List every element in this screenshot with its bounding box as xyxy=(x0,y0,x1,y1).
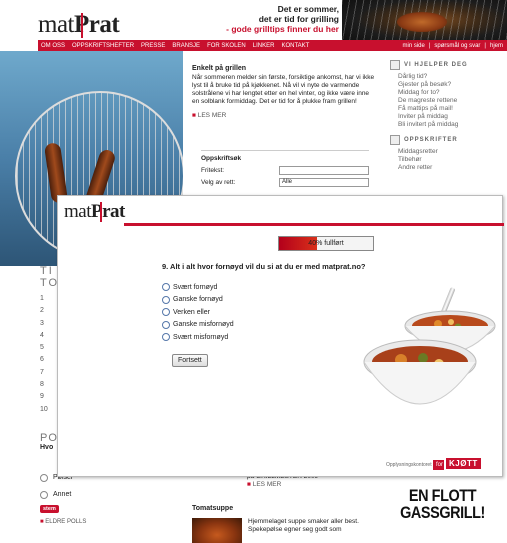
main-nav: OM OSS OPPSKRIFTSHEFTER PRESSE BRANSJE FOR S… xyxy=(38,40,507,51)
continue-button[interactable]: Fortsett xyxy=(172,354,208,367)
free-text-label: Fritekst: xyxy=(201,167,225,174)
nav-item-for-skolen[interactable]: FOR SKOLEN xyxy=(207,43,246,49)
survey-question: 9. Alt i alt hvor fornøyd vil du si at d… xyxy=(162,262,366,271)
answer-option-svært-misfornøyd[interactable]: Svært misfornøyd xyxy=(162,331,234,344)
help-section-title: VI HJELPER DEG xyxy=(390,60,507,70)
free-text-input[interactable] xyxy=(279,166,369,175)
survey-popup: matPrat 40% fullført 9. Alt i alt hvor f… xyxy=(57,195,504,477)
sidebar-link-bli-invitert-på-middag[interactable]: Bli invitert på middag xyxy=(390,121,507,129)
nav-item-bransje[interactable]: BRANSJE xyxy=(172,43,200,49)
sidebar-link-andre-retter[interactable]: Andre retter xyxy=(390,164,507,172)
article-title[interactable]: Enkelt på grillen xyxy=(192,65,377,73)
poll-vote-button[interactable]: stem xyxy=(40,505,59,513)
answer-option-svært-fornøyd[interactable]: Svært fornøyd xyxy=(162,281,234,294)
site-logo[interactable]: matPrat xyxy=(38,11,120,39)
answer-label: Ganske fornøyd xyxy=(173,296,223,304)
survey-logo-mat: mat xyxy=(64,201,92,222)
logo-mat-text: mat xyxy=(38,11,75,38)
nav-items: OM OSS OPPSKRIFTSHEFTER PRESSE BRANSJE FOR S… xyxy=(38,43,309,49)
nav-item-linker[interactable]: LINKER xyxy=(253,43,275,49)
answer-label: Ganske misfornøyd xyxy=(173,321,234,329)
gassgrill-ad[interactable]: EN FLOTT GASSGRILL! xyxy=(400,487,485,521)
logo-bar xyxy=(81,13,83,38)
survey-logo: matPrat xyxy=(64,201,125,223)
dish-select-label: Velg av rett: xyxy=(201,179,236,186)
article-body: Når sommeren melder sin første, forsikti… xyxy=(192,74,375,105)
footer-org-text: Opplysningskontoret xyxy=(386,462,432,468)
answer-label: Verken eller xyxy=(173,308,210,316)
recipe-links: Middagsretter Tilbehør Andre retter xyxy=(390,148,507,172)
tomatsuppe-thumbnail[interactable] xyxy=(192,518,242,543)
sidebar-link-middagsretter[interactable]: Middagsretter xyxy=(390,148,507,156)
grilled-food xyxy=(397,12,447,32)
slogan-line-1: Det er sommer, xyxy=(277,4,339,14)
tomatsuppe-row: Hjemmelaget suppe smaker aller best. Spe… xyxy=(192,518,372,543)
nav-item-presse[interactable]: PRESSE xyxy=(141,43,165,49)
survey-progress-bar: 40% fullført xyxy=(278,236,374,251)
ad-line-2: GASSGRILL! xyxy=(400,503,485,522)
poll-option[interactable]: Annet xyxy=(40,486,180,503)
right-sidebar: VI HJELPER DEG Dårlig tid? Gjester på bes… xyxy=(390,60,507,172)
survey-red-rule xyxy=(124,223,504,226)
answer-radio[interactable] xyxy=(162,283,170,292)
sidebar-link-gjester-på-besøk[interactable]: Gjester på besøk? xyxy=(390,81,507,89)
nav-utility-spørsmål-og-svar[interactable]: spørsmål og svar xyxy=(434,43,480,49)
poll-radio[interactable] xyxy=(40,473,48,482)
article-read-more-link[interactable]: LES MER xyxy=(192,112,377,120)
dish-select-row: Velg av rett: Alle xyxy=(201,178,369,187)
lower-article: på GRILLMESTER 2009 LES MER Tomatsuppe H… xyxy=(192,473,372,543)
nav-utility-hjem[interactable]: hjem xyxy=(490,43,503,49)
slogan-line-3: - gode grilltips finner du her xyxy=(226,24,339,34)
soup-bowl-front xyxy=(363,339,477,405)
answer-radio[interactable] xyxy=(162,333,170,342)
sidebar-link-få-mattips-på-mail[interactable]: Få mattips på mail! xyxy=(390,105,507,113)
sidebar-link-tilbehør[interactable]: Tilbehør xyxy=(390,156,507,164)
answer-radio[interactable] xyxy=(162,320,170,329)
survey-answer-options: Svært fornøyd Ganske fornøyd Verken eller G… xyxy=(162,281,234,344)
footer-brand-kjott: KJØTT xyxy=(446,458,481,469)
ad-line-1: EN FLOTT xyxy=(408,486,477,505)
recipes-section-title: OPPSKRIFTER xyxy=(390,135,507,145)
nav-item-kontakt[interactable]: KONTAKT xyxy=(281,43,309,49)
tomatsuppe-body: Hjemmelaget suppe smaker aller best. Spe… xyxy=(248,518,359,533)
slogan-line-2: det er tid for grilling xyxy=(258,14,339,24)
help-links: Dårlig tid? Gjester på besøk? Middag for t… xyxy=(390,73,507,129)
sidebar-link-middag-for-to[interactable]: Middag for to? xyxy=(390,89,507,97)
tomatsuppe-title[interactable]: Tomatsuppe xyxy=(192,505,372,513)
survey-footer: Opplysningskontoret for KJØTT xyxy=(386,458,481,470)
nav-divider: | xyxy=(484,42,486,49)
survey-logo-bar xyxy=(100,202,102,222)
footer-for: for xyxy=(432,460,444,470)
nav-utility-links: min side | spørsmål og svar | hjem xyxy=(403,43,507,49)
answer-label: Svært misfornøyd xyxy=(173,333,229,341)
free-text-row: Fritekst: xyxy=(201,166,369,175)
survey-logo-prat: Prat xyxy=(91,201,125,222)
sidebar-link-inviter-på-middag[interactable]: Inviter på middag xyxy=(390,113,507,121)
answer-option-verken-eller[interactable]: Verken eller xyxy=(162,306,234,319)
feature-article: Enkelt på grillen Når sommeren melder si… xyxy=(192,65,377,120)
answer-radio[interactable] xyxy=(162,308,170,317)
poll-option-label: Annet xyxy=(53,491,72,498)
header-grill-photo xyxy=(342,0,507,44)
recipe-search-title: Oppskriftsøk xyxy=(201,155,242,162)
answer-radio[interactable] xyxy=(162,295,170,304)
answer-option-ganske-fornøyd[interactable]: Ganske fornøyd xyxy=(162,294,234,307)
nav-item-om-oss[interactable]: OM OSS xyxy=(41,43,65,49)
older-polls-link[interactable]: ELDRE POLLS xyxy=(40,519,180,525)
answer-label: Svært fornøyd xyxy=(173,283,218,291)
progress-label: 40% fullført xyxy=(308,240,344,247)
nav-item-oppskriftshefter[interactable]: OPPSKRIFTSHEFTER xyxy=(72,43,134,49)
nav-utility-min-side[interactable]: min side xyxy=(403,43,425,49)
grillmester-read-more-link[interactable]: LES MER xyxy=(192,481,372,489)
header-slogan: Det er sommer, det er tid for grilling -… xyxy=(226,4,339,34)
poll-radio[interactable] xyxy=(40,490,48,499)
sidebar-link-de-magreste-rettene[interactable]: De magreste rettene xyxy=(390,97,507,105)
answer-option-ganske-misfornøyd[interactable]: Ganske misfornøyd xyxy=(162,319,234,332)
nav-divider: | xyxy=(428,42,431,49)
sidebar-link-dårlig-tid[interactable]: Dårlig tid? xyxy=(390,73,507,81)
dish-select[interactable]: Alle xyxy=(279,178,369,187)
